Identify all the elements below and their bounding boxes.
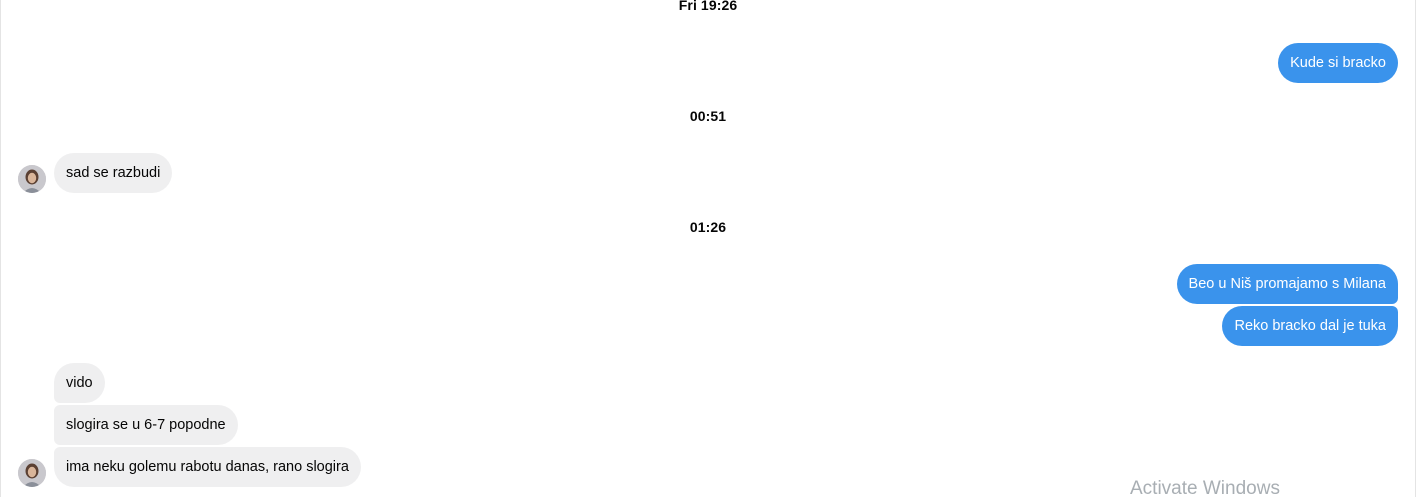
timestamp-divider: 00:51	[689, 108, 727, 124]
message-bubble-incoming[interactable]: slogira se u 6-7 popodne	[54, 405, 238, 445]
contact-avatar-icon[interactable]	[18, 165, 46, 193]
message-bubble-incoming[interactable]: vido	[54, 363, 105, 403]
message-bubble-outgoing[interactable]: Beo u Niš promajamo s Milana	[1176, 264, 1398, 304]
chat-message-list: Fri 19:26 Kude si bracko 00:51 sad se ra…	[0, 0, 1416, 497]
message-bubble-outgoing[interactable]: Reko bracko dal je tuka	[1222, 306, 1398, 346]
message-bubble-incoming[interactable]: ima neku golemu rabotu danas, rano slogi…	[54, 447, 361, 487]
message-bubble-outgoing[interactable]: Kude si bracko	[1278, 43, 1398, 83]
message-bubble-incoming[interactable]: sad se razbudi	[54, 153, 173, 193]
timestamp-divider: 01:26	[689, 219, 727, 235]
contact-avatar-icon[interactable]	[18, 459, 46, 487]
timestamp-divider: Fri 19:26	[678, 0, 738, 13]
